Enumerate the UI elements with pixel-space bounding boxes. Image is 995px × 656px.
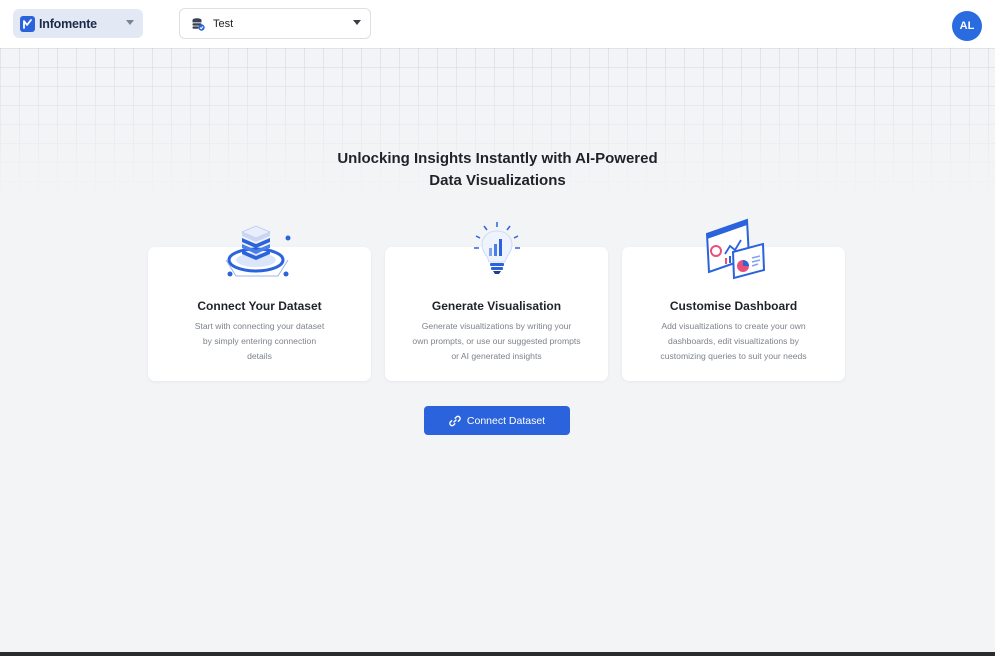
infomente-logo-icon [20, 15, 35, 32]
card-title: Connect Your Dataset [197, 299, 322, 313]
card-title: Customise Dashboard [669, 299, 798, 313]
card-description: Generate visualtizations by writing your… [399, 319, 594, 364]
card-description-line: details [247, 351, 272, 361]
database-icon [192, 17, 205, 31]
card-title: Generate Visualisation [431, 299, 562, 313]
dataset-select-value: Test [213, 17, 234, 30]
user-avatar[interactable]: AL [952, 11, 982, 41]
window-bottom-edge [0, 652, 995, 656]
link-icon [449, 415, 461, 426]
card-description-line: or AI generated insights [451, 351, 542, 361]
database-stack-icon [225, 225, 291, 277]
chevron-down-icon [126, 20, 134, 25]
card-description-line: dashboards, edit visualtizations by [668, 336, 799, 346]
headline-line-1: Unlocking Insights Instantly with AI-Pow… [337, 150, 658, 167]
card-description: Start with connecting your dataset by si… [162, 319, 357, 364]
card-description-line: customizing queries to suit your needs [660, 351, 807, 361]
headline-line-2: Data Visualizations [429, 172, 566, 189]
dashboard-panels-icon [705, 218, 766, 280]
top-bar: Infomente Test AL [0, 0, 995, 48]
chevron-down-icon [353, 20, 361, 25]
page-headline: Unlocking Insights Instantly with AI-Pow… [297, 148, 698, 192]
brand-name: Infomente [39, 16, 97, 31]
lightbulb-chart-icon [474, 222, 520, 274]
card-description: Add visualtizations to create your own d… [636, 319, 831, 364]
connect-dataset-label: Connect Dataset [466, 414, 546, 427]
connect-dataset-button[interactable]: Connect Dataset [424, 406, 570, 435]
card-description-line: Start with connecting your dataset [194, 321, 325, 331]
dataset-select[interactable]: Test [179, 8, 371, 39]
card-description-line: own prompts, or use our suggested prompt… [412, 336, 581, 346]
card-description-line: Generate visualtizations by writing your [421, 321, 572, 331]
card-description-line: by simply entering connection [202, 336, 317, 346]
workspace-switcher[interactable]: Infomente [13, 9, 143, 38]
card-description-line: Add visualtizations to create your own [661, 321, 806, 331]
